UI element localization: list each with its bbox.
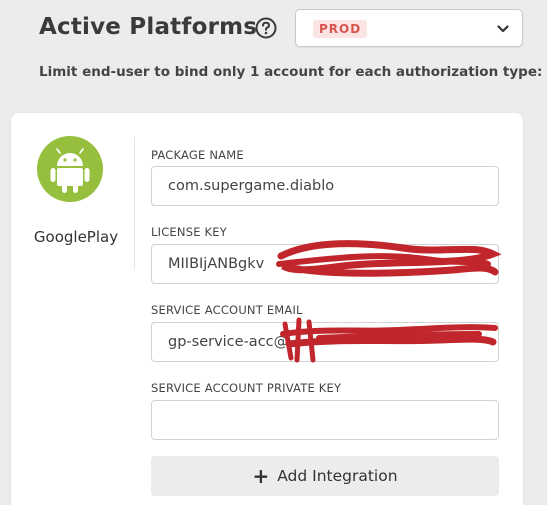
private-key-input[interactable]	[151, 400, 499, 440]
bind-limit-description: Limit end-user to bind only 1 account fo…	[39, 64, 543, 80]
package-name-input[interactable]: com.supergame.diablo	[151, 166, 499, 206]
platform-name: GooglePlay	[33, 228, 119, 246]
plus-icon: +	[252, 464, 270, 488]
service-account-email-input[interactable]: gp-service-acc@	[151, 322, 499, 362]
service-account-email-label: SERVICE ACCOUNT EMAIL	[151, 303, 303, 317]
environment-select[interactable]: PROD	[295, 9, 523, 47]
environment-badge: PROD	[313, 20, 368, 38]
license-key-label: LICENSE KEY	[151, 225, 227, 239]
chevron-down-icon	[497, 25, 509, 33]
package-name-label: PACKAGE NAME	[151, 148, 244, 162]
divider	[134, 137, 135, 269]
android-icon	[50, 148, 90, 193]
add-integration-button[interactable]: + Add Integration	[151, 456, 499, 496]
platform-card: GooglePlay PACKAGE NAME com.supergame.di…	[11, 113, 523, 505]
page-title: Active Platforms	[39, 14, 258, 40]
add-integration-label: Add Integration	[277, 467, 398, 485]
help-circle-icon[interactable]	[255, 17, 277, 39]
platform-logo	[37, 136, 103, 202]
private-key-label: SERVICE ACCOUNT PRIVATE KEY	[151, 381, 342, 395]
license-key-input[interactable]: MIIBIjANBgkv	[151, 244, 499, 284]
